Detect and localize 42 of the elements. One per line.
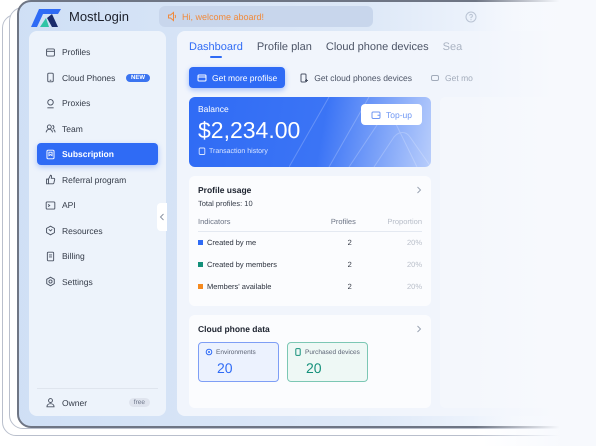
- balance-label: Balance: [198, 104, 230, 114]
- chevron-right-icon[interactable]: [416, 186, 422, 194]
- sidebar-item[interactable]: Proxies: [37, 92, 158, 114]
- sidebar-item[interactable]: API: [37, 194, 158, 216]
- browser-icon: [45, 46, 56, 58]
- help-icon[interactable]: [464, 10, 477, 22]
- action-button[interactable]: Get cloud phones devices: [295, 67, 416, 88]
- sidebar-item[interactable]: Team: [37, 118, 158, 140]
- sidebar-item[interactable]: Subscription: [37, 143, 158, 165]
- app-name: MostLogin: [69, 9, 129, 24]
- balance-amount: $2,234.00: [198, 117, 302, 144]
- phone-icon: [45, 72, 56, 83]
- chevron-left-icon: [159, 213, 165, 221]
- wallet-icon: [371, 110, 381, 120]
- hexagon-icon: [45, 225, 56, 236]
- card-title: Profile usage: [198, 185, 252, 195]
- tab[interactable]: Profile plan: [256, 39, 312, 58]
- card-title: Cloud phone data: [198, 324, 270, 334]
- terminal-icon: [45, 200, 56, 210]
- speaker-icon: [166, 11, 178, 22]
- sidebar-item[interactable]: Profiles: [37, 41, 158, 63]
- account-role: Owner: [62, 398, 88, 408]
- thumbs-up-icon: [45, 174, 56, 185]
- sidebar-item[interactable]: Settings: [37, 270, 158, 292]
- collapse-handle[interactable]: [157, 203, 167, 231]
- sidebar-item[interactable]: Billing: [37, 245, 158, 267]
- users-icon: [45, 123, 56, 134]
- welcome-notice: Hi, welcome aboard!: [158, 6, 373, 27]
- sidebar-item[interactable]: Resources: [37, 220, 158, 242]
- stat-value: 20: [217, 360, 233, 376]
- user-icon: [45, 397, 56, 408]
- card-icon: [197, 72, 207, 82]
- chevron-right-icon[interactable]: [416, 325, 422, 333]
- tab[interactable]: Cloud phone devices: [326, 39, 429, 58]
- stat-value: 20: [306, 360, 322, 376]
- phone-icon: [294, 348, 302, 356]
- bookmark-icon: [45, 148, 56, 160]
- phone-add-icon: [299, 72, 310, 82]
- receipt-icon: [45, 250, 56, 262]
- tab[interactable]: Dashboard: [189, 39, 243, 58]
- action-button[interactable]: Get more profilse: [189, 67, 286, 88]
- sidebar-item[interactable]: Referral program: [37, 168, 158, 190]
